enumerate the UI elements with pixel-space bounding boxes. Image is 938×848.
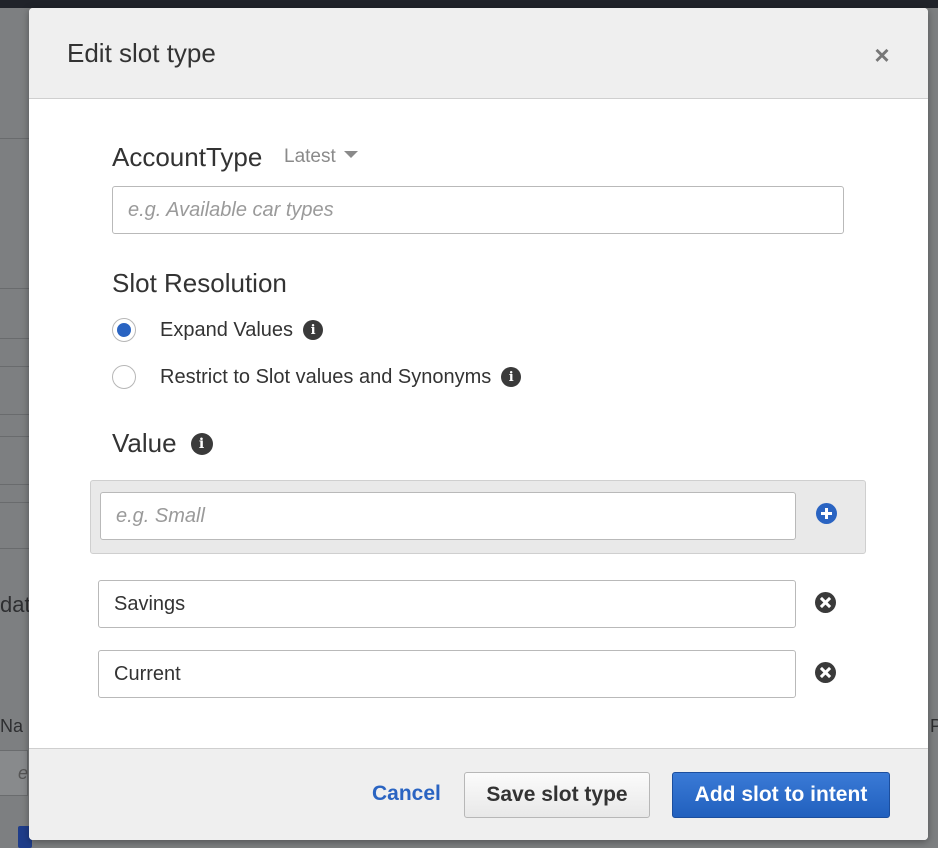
- remove-value-icon[interactable]: [815, 662, 836, 683]
- radio-button[interactable]: [112, 365, 136, 389]
- background-divider: [0, 502, 30, 503]
- background-divider: [0, 138, 30, 139]
- info-icon[interactable]: i: [303, 320, 324, 340]
- caret-down-icon: [343, 151, 358, 159]
- remove-value-icon[interactable]: [815, 592, 836, 613]
- info-icon[interactable]: i: [190, 432, 213, 455]
- modal-title: Edit slot type: [67, 38, 216, 68]
- background-heading-fragment: dat: [0, 592, 31, 617]
- value-field-savings[interactable]: Savings: [98, 580, 796, 628]
- background-divider: [0, 436, 30, 437]
- radio-button-checked[interactable]: [112, 318, 136, 342]
- value-title-text: Value: [112, 428, 177, 458]
- background-divider: [0, 338, 30, 339]
- save-slot-type-button[interactable]: Save slot type: [464, 772, 650, 818]
- cancel-button[interactable]: Cancel: [372, 782, 441, 806]
- add-value-icon[interactable]: [816, 503, 837, 524]
- close-icon[interactable]: ×: [871, 42, 893, 68]
- version-label: Latest: [284, 146, 336, 167]
- slot-resolution-title: Slot Resolution: [112, 268, 287, 298]
- background-divider: [0, 484, 30, 485]
- add-slot-to-intent-button[interactable]: Add slot to intent: [672, 772, 890, 818]
- background-label-fragment: Na: [0, 716, 24, 736]
- edit-slot-type-modal: Edit slot type × AccountType Latest e.g.…: [29, 8, 928, 840]
- background-input: e: [0, 750, 28, 796]
- background-divider: [0, 288, 30, 289]
- radio-label: Restrict to Slot values and Synonyms: [160, 365, 492, 388]
- radio-expand-values[interactable]: Expand Values i: [112, 316, 324, 344]
- modal-header: Edit slot type ×: [29, 8, 928, 99]
- radio-restrict-values[interactable]: Restrict to Slot values and Synonyms i: [112, 363, 522, 391]
- value-field-current[interactable]: Current: [98, 650, 796, 698]
- info-icon[interactable]: i: [501, 367, 522, 387]
- new-value-input[interactable]: e.g. Small: [100, 492, 796, 540]
- version-dropdown[interactable]: Latest: [284, 146, 358, 168]
- value-section-title: Value i: [112, 428, 213, 459]
- background-input-text: e: [18, 763, 29, 783]
- background-divider: [0, 414, 30, 415]
- background-label-fragment-right: P: [930, 716, 938, 736]
- background-divider: [0, 366, 30, 367]
- radio-label: Expand Values: [160, 318, 294, 341]
- background-top-bar: [0, 0, 938, 8]
- slot-type-name: AccountType: [112, 142, 263, 172]
- description-input[interactable]: e.g. Available car types: [112, 186, 844, 234]
- background-divider: [0, 548, 30, 549]
